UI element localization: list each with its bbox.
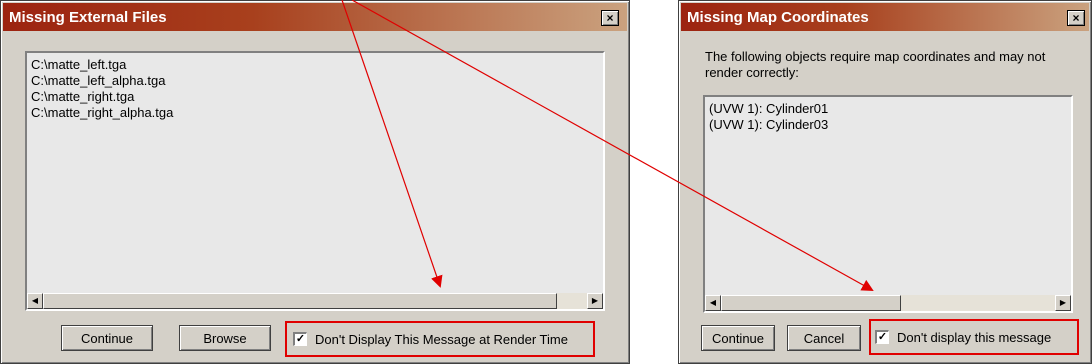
dont-display-checkbox[interactable]: ✓ bbox=[875, 330, 889, 344]
missing-files-list[interactable]: C:\matte_left.tga C:\matte_left_alpha.tga… bbox=[25, 51, 605, 311]
missing-map-coordinates-dialog: Missing Map Coordinates × The following … bbox=[678, 0, 1092, 364]
browse-button[interactable]: Browse bbox=[179, 325, 271, 351]
dont-display-at-render-checkbox-highlight[interactable]: ✓ Don't Display This Message at Render T… bbox=[285, 321, 595, 357]
close-button[interactable]: × bbox=[1067, 10, 1085, 26]
continue-button[interactable]: Continue bbox=[61, 325, 153, 351]
objects-list[interactable]: (UVW 1): Cylinder01 (UVW 1): Cylinder03 ◀… bbox=[703, 95, 1073, 313]
scroll-right-arrow-icon[interactable]: ▶ bbox=[587, 293, 603, 309]
list-item[interactable]: C:\matte_right.tga bbox=[31, 89, 603, 105]
title-bar[interactable]: Missing External Files × bbox=[3, 3, 627, 31]
list-item[interactable]: C:\matte_right_alpha.tga bbox=[31, 105, 603, 121]
close-button[interactable]: × bbox=[601, 10, 619, 26]
checkbox-label: Don't Display This Message at Render Tim… bbox=[315, 331, 568, 347]
list-item[interactable]: C:\matte_left_alpha.tga bbox=[31, 73, 603, 89]
scroll-left-arrow-icon[interactable]: ◀ bbox=[27, 293, 43, 309]
scroll-right-arrow-icon[interactable]: ▶ bbox=[1055, 295, 1071, 311]
horizontal-scrollbar[interactable]: ◀ ▶ bbox=[705, 295, 1071, 311]
horizontal-scrollbar[interactable]: ◀ ▶ bbox=[27, 293, 603, 309]
checkbox-label: Don't display this message bbox=[897, 329, 1052, 345]
list-item[interactable]: C:\matte_left.tga bbox=[31, 57, 603, 73]
dialog-title: Missing External Files bbox=[9, 8, 167, 26]
dont-display-checkbox[interactable]: ✓ bbox=[293, 332, 307, 346]
cancel-button[interactable]: Cancel bbox=[787, 325, 861, 351]
list-item[interactable]: (UVW 1): Cylinder03 bbox=[709, 117, 1071, 133]
dont-display-message-checkbox-highlight[interactable]: ✓ Don't display this message bbox=[869, 319, 1079, 355]
message-text: The following objects require map coordi… bbox=[705, 49, 1046, 80]
title-bar[interactable]: Missing Map Coordinates × bbox=[681, 3, 1089, 31]
scrollbar-thumb[interactable] bbox=[43, 293, 557, 309]
scrollbar-thumb[interactable] bbox=[721, 295, 901, 311]
continue-button[interactable]: Continue bbox=[701, 325, 775, 351]
list-item[interactable]: (UVW 1): Cylinder01 bbox=[709, 101, 1071, 117]
scroll-left-arrow-icon[interactable]: ◀ bbox=[705, 295, 721, 311]
dialog-title: Missing Map Coordinates bbox=[687, 8, 869, 26]
missing-external-files-dialog: Missing External Files × C:\matte_left.t… bbox=[0, 0, 630, 364]
